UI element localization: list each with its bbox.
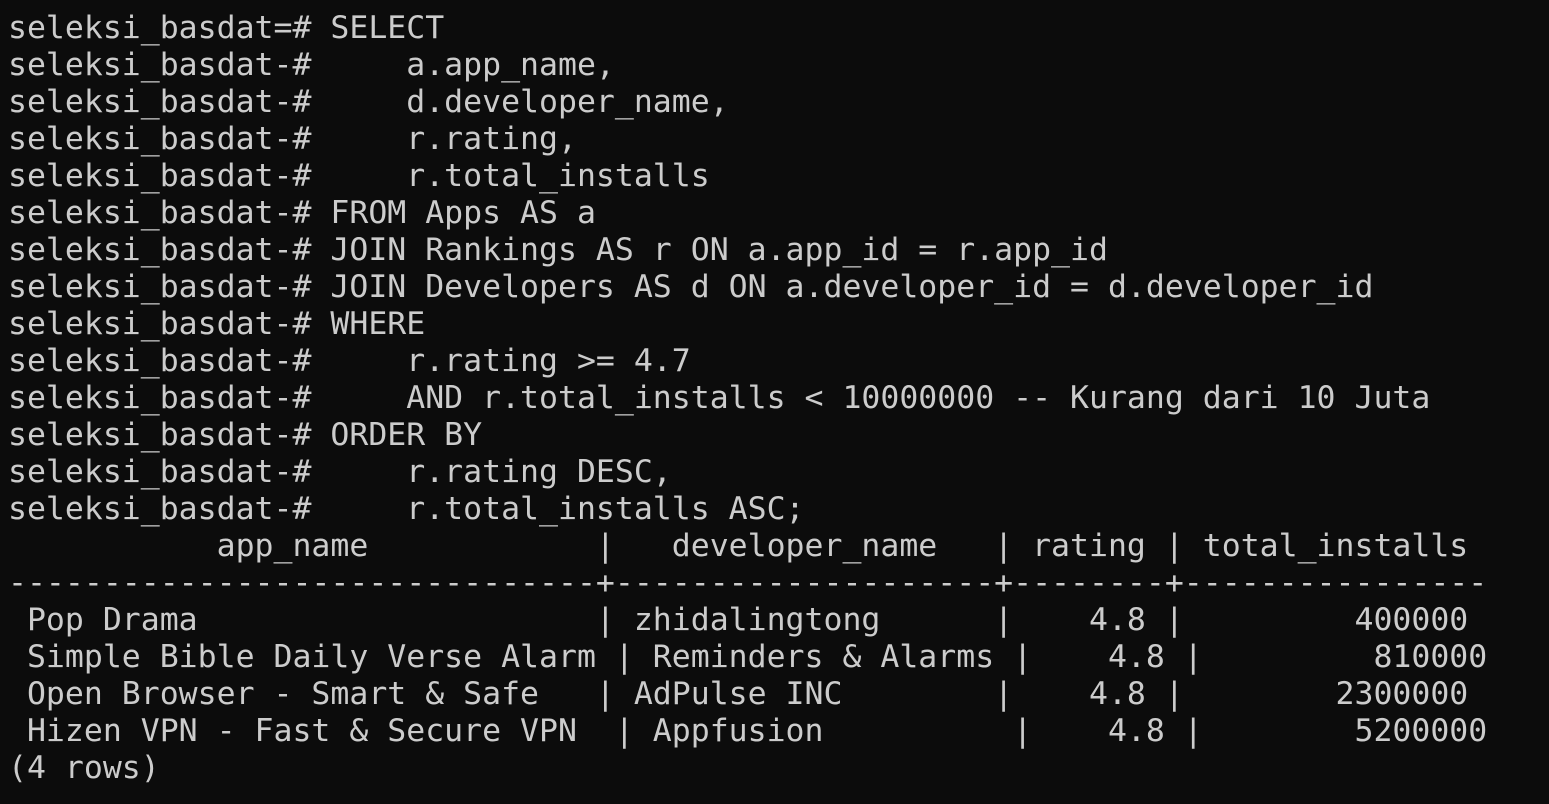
prompt-line: seleksi_basdat-# AND r.total_installs < …	[8, 380, 1431, 416]
table-row: Hizen VPN - Fast & Secure VPN | Appfusio…	[8, 713, 1488, 749]
prompt-line: seleksi_basdat=# SELECT	[8, 10, 445, 46]
prompt-line: seleksi_basdat-# r.total_installs	[8, 158, 710, 194]
prompt-line: seleksi_basdat-# WHERE	[8, 306, 426, 342]
prompt-line: seleksi_basdat-# r.total_installs ASC;	[8, 491, 805, 527]
prompt-line: seleksi_basdat-# JOIN Rankings AS r ON a…	[8, 232, 1108, 268]
table-row: Pop Drama | zhidalingtong | 4.8 | 400000	[8, 602, 1469, 638]
row-count: (4 rows)	[8, 750, 160, 786]
prompt-line: seleksi_basdat-# a.app_name,	[8, 47, 615, 83]
prompt-line: seleksi_basdat-# r.rating,	[8, 121, 577, 157]
table-row: Open Browser - Smart & Safe | AdPulse IN…	[8, 676, 1469, 712]
prompt-line: seleksi_basdat-# r.rating >= 4.7	[8, 343, 691, 379]
prompt-line: seleksi_basdat-# r.rating DESC,	[8, 454, 672, 490]
terminal-output[interactable]: seleksi_basdat=# SELECT seleksi_basdat-#…	[8, 10, 1543, 800]
prompt-line: seleksi_basdat-# FROM Apps AS a	[8, 195, 596, 231]
prompt-line: seleksi_basdat-# JOIN Developers AS d ON…	[8, 269, 1374, 305]
prompt-line: seleksi_basdat-# d.developer_name,	[8, 84, 729, 120]
result-separator: -------------------------------+--------…	[8, 565, 1488, 601]
prompt-line: seleksi_basdat-# ORDER BY	[8, 417, 483, 453]
table-row: Simple Bible Daily Verse Alarm | Reminde…	[8, 639, 1488, 675]
result-header-row: app_name | developer_name | rating | tot…	[8, 528, 1469, 564]
